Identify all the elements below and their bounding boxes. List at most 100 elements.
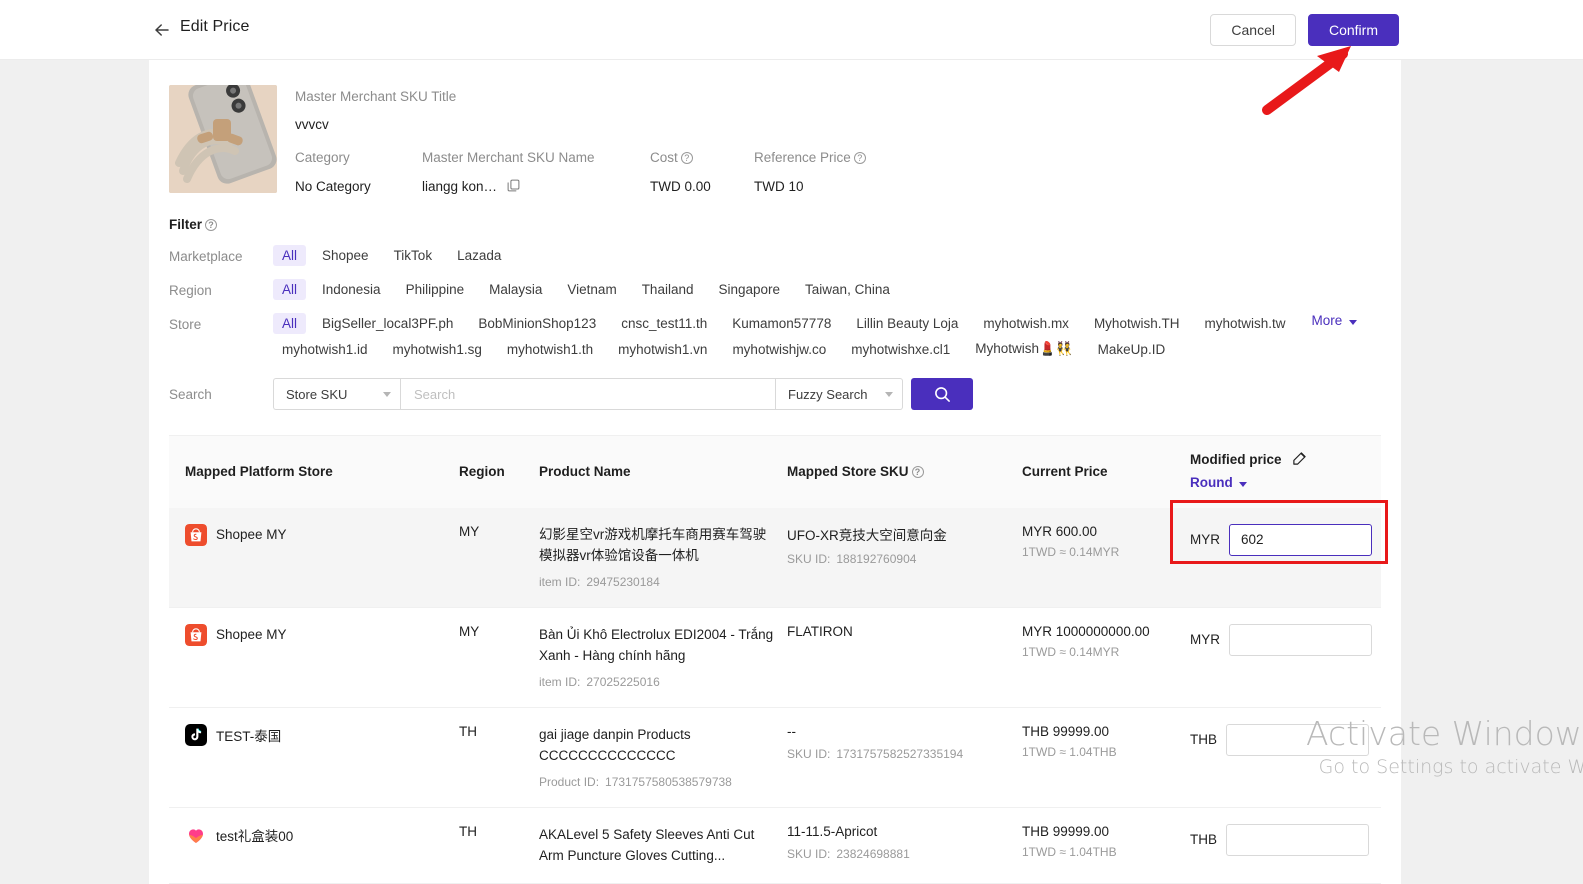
cancel-button[interactable]: Cancel xyxy=(1210,14,1296,46)
chevron-down-icon xyxy=(1349,320,1357,325)
store-label: Store xyxy=(169,317,202,332)
chevron-down-icon xyxy=(885,391,893,397)
product-id-meta: Product ID: 1731757580538579738 xyxy=(539,774,779,791)
chevron-down-icon xyxy=(383,391,391,397)
store-chip-myhotwish1-vn[interactable]: myhotwish1.vn xyxy=(609,339,716,360)
marketplace-chip-all[interactable]: All xyxy=(273,245,307,266)
round-dropdown[interactable]: Round xyxy=(1190,473,1373,494)
heart-icon xyxy=(185,824,207,846)
marketplace-chip-tiktok[interactable]: TikTok xyxy=(385,245,442,266)
cell-mapped-platform-store: TEST-泰国 xyxy=(169,707,459,808)
sku-id-label: SKU ID: xyxy=(787,846,831,861)
modified-price-input[interactable] xyxy=(1226,723,1369,756)
product-name-text: gai jiage danpin Products CCCCCCCCCCCCCC xyxy=(539,726,691,764)
sku-id-value: 1731757582527335194 xyxy=(836,746,964,761)
store-chip-myhotwish1-id[interactable]: myhotwish1.id xyxy=(273,339,377,360)
store-chip-myhotwish-tw[interactable]: myhotwish.tw xyxy=(1195,313,1294,334)
store-chip-kumamon57778[interactable]: Kumamon57778 xyxy=(723,313,840,334)
cell-modified-price: MYR xyxy=(1190,507,1381,608)
copy-icon[interactable] xyxy=(507,179,520,195)
store-chip-myhotwishjw-co[interactable]: myhotwishjw.co xyxy=(723,339,835,360)
product-id-label: item ID: xyxy=(539,675,581,690)
store-chip-lillin-beauty-loja[interactable]: Lillin Beauty Loja xyxy=(847,313,967,334)
marketplace-chip-shopee[interactable]: Shopee xyxy=(313,245,378,266)
table-row[interactable]: Shopee MY MY 幻影星空vr游戏机摩托车商用赛车驾驶模拟器vr体验馆设备一… xyxy=(169,507,1381,608)
search-button[interactable] xyxy=(911,378,973,410)
sku-id-label: SKU ID: xyxy=(787,551,831,566)
product-name-text: AKALevel 5 Safety Sleeves Anti Cut Arm P… xyxy=(539,826,755,864)
shopee-icon xyxy=(185,623,207,646)
store-chip-bigseller-local3pf-ph[interactable]: BigSeller_local3PF.ph xyxy=(313,313,462,334)
filter-help-icon[interactable]: ? xyxy=(205,219,218,231)
store-chip-myhotwish[interactable]: Myhotwish💄👯 xyxy=(966,338,1081,360)
region-chip-all[interactable]: All xyxy=(273,279,307,300)
cell-modified-price: THB xyxy=(1190,707,1381,808)
store-chip-cnsc-test11-th[interactable]: cnsc_test11.th xyxy=(612,313,716,334)
price-table-wrapper: Mapped Platform Store Region Product Nam… xyxy=(169,435,1381,884)
cell-mapped-store-sku: -- SKU ID: 1731757582527335194 xyxy=(787,707,1022,808)
confirm-button[interactable]: Confirm xyxy=(1307,14,1399,46)
col-current-price: Current Price xyxy=(1022,436,1190,508)
sku-id-meta: SKU ID: 1731757582527335194 xyxy=(787,746,1014,763)
region-chip-singapore[interactable]: Singapore xyxy=(709,279,789,300)
current-price-value: MYR 600.00 xyxy=(1022,523,1098,539)
search-mode-value: Fuzzy Search xyxy=(788,386,868,402)
marketplace-chip-lazada[interactable]: Lazada xyxy=(448,245,510,266)
top-bar-actions: Cancel Confirm xyxy=(1210,14,1399,46)
modified-price-input[interactable] xyxy=(1229,623,1372,656)
reference-price-help-icon[interactable]: ? xyxy=(853,152,866,164)
modified-price-input[interactable] xyxy=(1229,523,1372,556)
store-name: Shopee MY xyxy=(216,527,287,543)
region-chip-thailand[interactable]: Thailand xyxy=(633,279,703,300)
store-chip-myhotwish-th[interactable]: Myhotwish.TH xyxy=(1085,313,1189,334)
mapped-sku-text: 11-11.5-Apricot xyxy=(787,823,878,839)
more-label: More xyxy=(1311,313,1343,328)
store-chip-makeup-id[interactable]: MakeUp.ID xyxy=(1089,339,1175,360)
region-label: Region xyxy=(169,283,212,298)
store-chip-myhotwish-mx[interactable]: myhotwish.mx xyxy=(974,313,1078,334)
col-modified-price-label: Modified price xyxy=(1190,452,1282,467)
region-chip-philippine[interactable]: Philippine xyxy=(397,279,474,300)
search-mode-selector[interactable]: Fuzzy Search xyxy=(776,378,903,410)
cell-mapped-platform-store: Shopee MY xyxy=(169,507,459,608)
search-input[interactable] xyxy=(412,385,764,403)
store-name: Shopee MY xyxy=(216,627,287,643)
page-title: Edit Price xyxy=(180,18,250,35)
region-chip-indonesia[interactable]: Indonesia xyxy=(313,279,390,300)
store-chip-myhotwish1-sg[interactable]: myhotwish1.sg xyxy=(384,339,491,360)
edit-price-card: Master Merchant SKU Title vvvcv Category… xyxy=(149,60,1401,884)
meta-sku-name: Master Merchant SKU Name liangg kon… xyxy=(422,150,650,195)
back-arrow-icon[interactable] xyxy=(152,20,172,40)
cost-help-icon[interactable]: ? xyxy=(680,152,693,164)
store-name: test礼盒装00 xyxy=(216,828,294,844)
product-id-value: 1731757580538579738 xyxy=(605,775,732,789)
marketplace-label: Marketplace xyxy=(169,249,243,264)
more-stores-button[interactable]: More xyxy=(1311,313,1357,328)
modified-currency-code: MYR xyxy=(1190,632,1220,648)
search-label: Search xyxy=(169,386,212,402)
store-chip-myhotwishxe-cl1[interactable]: myhotwishxe.cl1 xyxy=(842,339,959,360)
mapped-store-sku-help-icon[interactable]: ? xyxy=(911,466,924,479)
table-row[interactable]: TEST-泰国 TH gai jiage danpin Products CCCCC… xyxy=(169,707,1381,808)
meta-cost: Cost? TWD 0.00 xyxy=(650,150,754,195)
region-chip-taiwan-china[interactable]: Taiwan, China xyxy=(796,279,899,300)
modified-price-input[interactable] xyxy=(1226,823,1369,856)
filter-section: Filter? Marketplace All Shopee TikTok Lazad… xyxy=(149,217,1401,410)
store-chip-bobminionshop123[interactable]: BobMinionShop123 xyxy=(469,313,605,334)
store-chip-all[interactable]: All xyxy=(273,313,307,334)
product-name-text: 幻影星空vr游戏机摩托车商用赛车驾驶模拟器vr体验馆设备一体机 xyxy=(539,526,767,564)
table-row[interactable]: Shopee MY MY Bàn Ủi Khô Electrolux EDI2004… xyxy=(169,607,1381,708)
cell-region: MY xyxy=(459,607,539,708)
reference-price-value: TWD 10 xyxy=(754,179,804,194)
table-row[interactable]: test礼盒装00 TH AKALevel 5 Safety Sleeves Ant… xyxy=(169,807,1381,884)
mapped-sku-text: FLATIRON xyxy=(787,623,853,639)
sku-id-label: SKU ID: xyxy=(787,746,831,761)
region-chip-malaysia[interactable]: Malaysia xyxy=(480,279,551,300)
search-input-wrapper[interactable] xyxy=(400,378,776,410)
edit-pencil-icon[interactable] xyxy=(1292,451,1307,473)
cost-value: TWD 0.00 xyxy=(650,179,711,194)
store-chip-myhotwish1-th[interactable]: myhotwish1.th xyxy=(498,339,602,360)
cell-modified-price: THB xyxy=(1190,807,1381,884)
search-field-selector[interactable]: Store SKU xyxy=(273,378,400,410)
region-chip-vietnam[interactable]: Vietnam xyxy=(558,279,625,300)
